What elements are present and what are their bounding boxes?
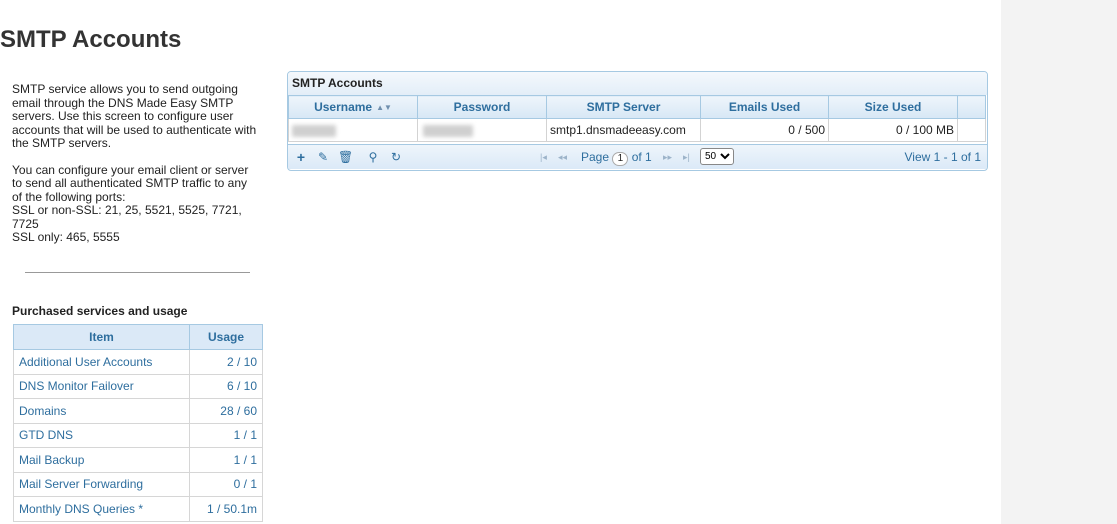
usage-item: Additional User Accounts	[13, 349, 190, 375]
smtp-accounts-grid: SMTP Accounts Username ▲▼ Password SMTP S…	[287, 71, 988, 171]
password-cell[interactable]	[417, 118, 547, 142]
spacer-cell	[957, 118, 986, 142]
redacted-password	[423, 124, 473, 137]
usage-value: 1 / 50.1m	[189, 496, 263, 522]
usage-value: 1 / 1	[189, 447, 263, 473]
username-cell[interactable]	[288, 118, 418, 142]
usage-row: Mail Backup 1 / 1	[13, 447, 263, 473]
usage-heading: Purchased services and usage	[12, 304, 188, 318]
usage-row: Domains 28 / 60	[13, 398, 263, 424]
page-size-select[interactable]: 50	[700, 148, 734, 165]
usage-row: Monthly DNS Queries * 1 / 50.1m	[13, 496, 263, 522]
divider	[25, 272, 250, 273]
column-username[interactable]: Username ▲▼	[288, 95, 418, 119]
usage-value: 2 / 10	[189, 349, 263, 375]
page-label: Page	[581, 150, 610, 164]
page-info: Page 1 of 1	[581, 150, 652, 166]
column-password[interactable]: Password	[417, 95, 547, 119]
usage-value: 1 / 1	[189, 422, 263, 448]
column-smtp-server[interactable]: SMTP Server	[546, 95, 701, 119]
last-page-icon[interactable]: ▸|	[683, 150, 690, 164]
description-line: 7725	[12, 216, 39, 231]
search-icon[interactable]: ⚲	[366, 150, 380, 164]
smtp-accounts-table: Username ▲▼ Password SMTP Server Emails U…	[288, 95, 986, 142]
size-used-cell[interactable]: 0 / 100 MB	[828, 118, 958, 142]
edit-icon[interactable]: ✎	[316, 150, 330, 164]
usage-row: Mail Server Forwarding 0 / 1	[13, 471, 263, 497]
first-page-icon[interactable]: |◂	[540, 150, 547, 164]
emails-used-cell[interactable]: 0 / 500	[700, 118, 829, 142]
description-line: servers. Use this screen to configure us…	[12, 109, 234, 123]
usage-item: DNS Monitor Failover	[13, 373, 190, 399]
description-line: to send all authenticated SMTP traffic t…	[12, 176, 248, 190]
right-gutter	[1001, 0, 1117, 524]
description-line: the SMTP servers.	[12, 136, 112, 150]
description-line: SMTP service allows you to send outgoing	[12, 82, 238, 96]
usage-column-item[interactable]: Item	[13, 324, 190, 350]
usage-item: Mail Backup	[13, 447, 190, 473]
add-icon[interactable]: +	[294, 150, 308, 164]
usage-item: Monthly DNS Queries *	[13, 496, 190, 522]
description-line: SSL or non-SSL: 21, 25, 5521, 5525, 7721…	[12, 203, 242, 217]
usage-row: GTD DNS 1 / 1	[13, 422, 263, 448]
smtp-server-cell[interactable]: smtp1.dnsmadeeasy.com	[546, 118, 701, 142]
description-line: email through the DNS Made Easy SMTP	[12, 95, 234, 110]
column-size-used[interactable]: Size Used	[828, 95, 958, 119]
usage-value: 6 / 10	[189, 373, 263, 399]
usage-value: 0 / 1	[189, 471, 263, 497]
column-username-label: Username	[314, 100, 373, 114]
column-spacer	[957, 95, 986, 119]
page-title: SMTP Accounts	[0, 26, 182, 53]
description-line: of the following ports:	[12, 189, 126, 204]
view-records-info: View 1 - 1 of 1	[904, 150, 982, 164]
table-row[interactable]: smtp1.dnsmadeeasy.com 0 / 500 0 / 100 MB	[288, 118, 986, 142]
sort-icon: ▲▼	[376, 103, 392, 113]
page-of-label: of 1	[631, 150, 652, 164]
usage-item: GTD DNS	[13, 422, 190, 448]
usage-row: Additional User Accounts 2 / 10	[13, 349, 263, 375]
description-paragraph-2: You can configure your email client or s…	[12, 162, 264, 245]
description-line: SSL only: 465, 5555	[12, 230, 120, 244]
usage-item: Mail Server Forwarding	[13, 471, 190, 497]
description: SMTP service allows you to send outgoing…	[12, 82, 264, 258]
delete-icon[interactable]: 🗑	[338, 150, 353, 164]
redacted-username	[292, 124, 336, 137]
next-page-icon[interactable]: ▸▸	[663, 150, 672, 164]
column-emails-used[interactable]: Emails Used	[700, 95, 829, 119]
prev-page-icon[interactable]: ◂◂	[558, 150, 567, 164]
usage-item: Domains	[13, 398, 190, 424]
usage-row: DNS Monitor Failover 6 / 10	[13, 373, 263, 399]
grid-pager: + ✎ 🗑 ⚲ ↻ |◂ ◂◂ Page 1 of 1 ▸▸ ▸| 50 Vie…	[288, 144, 987, 169]
usage-value: 28 / 60	[189, 398, 263, 424]
usage-column-usage[interactable]: Usage	[189, 324, 263, 350]
grid-caption: SMTP Accounts	[288, 72, 987, 95]
description-line: accounts that will be used to authentica…	[12, 122, 257, 137]
refresh-icon[interactable]: ↻	[389, 150, 403, 164]
page-number-input[interactable]: 1	[612, 152, 629, 166]
description-line: You can configure your email client or s…	[12, 162, 249, 177]
usage-table: Item Usage Additional User Accounts 2 / 1…	[13, 324, 263, 522]
description-paragraph-1: SMTP service allows you to send outgoing…	[12, 82, 264, 151]
